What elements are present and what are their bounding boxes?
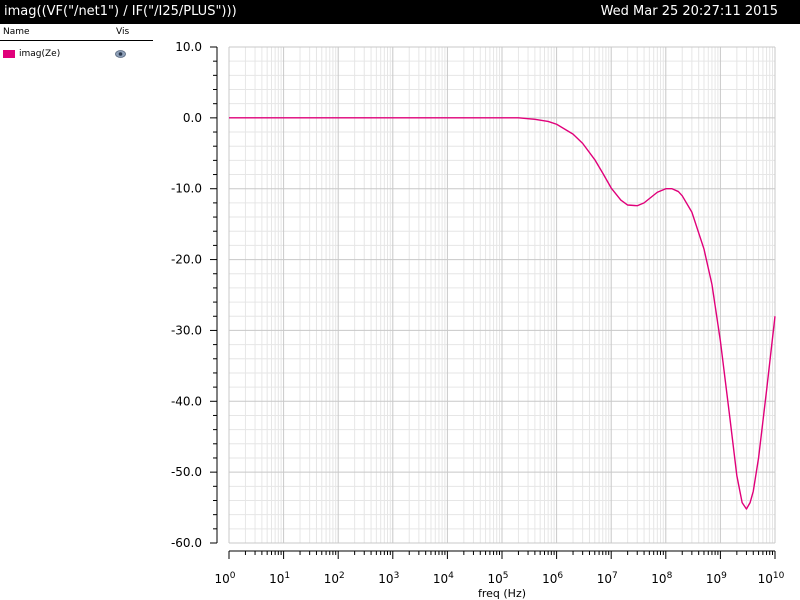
x-tick-label: 1010 [758,571,785,586]
y-tick-label: 0.0 [183,111,202,125]
x-tick-label: 106 [542,571,563,586]
y-tick-label: -40.0 [171,394,202,408]
y-tick-label: 10.0 [175,40,202,54]
x-tick-label: 103 [378,571,399,586]
y-tick-label: -30.0 [171,323,202,337]
y-tick-label: -10.0 [171,182,202,196]
x-tick-label: 109 [706,571,727,586]
y-tick-label: -20.0 [171,253,202,267]
y-tick-label: -60.0 [171,536,202,550]
x-tick-label: 104 [433,571,454,586]
x-tick-label: 105 [487,571,508,586]
x-tick-label: 100 [214,571,235,586]
y-tick-label: -50.0 [171,465,202,479]
x-tick-label: 101 [269,571,290,586]
x-tick-label: 107 [597,571,618,586]
x-tick-label: 102 [324,571,345,586]
chart-area: 10.0 0.0 -10.0 -20.0 -30.0 -40.0 -50.0 -60.0 100… [171,40,785,600]
x-tick-label: 108 [651,571,672,586]
x-axis-label: freq (Hz) [478,587,526,600]
